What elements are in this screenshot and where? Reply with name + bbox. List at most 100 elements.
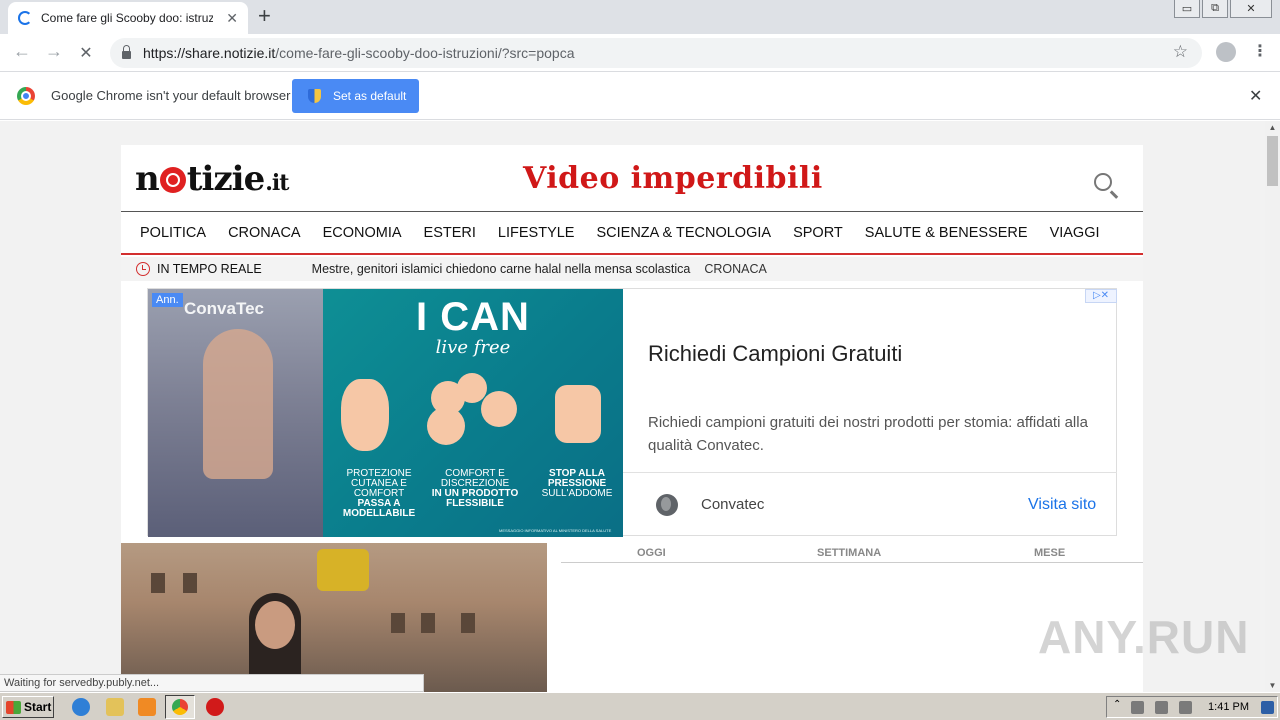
search-icon[interactable] [1094, 173, 1112, 191]
tab-oggi[interactable]: OGGI [637, 547, 666, 559]
chrome-logo-icon [17, 87, 35, 105]
windows-taskbar: Start ⌃ 1:41 PM [0, 692, 1280, 720]
new-tab-button[interactable]: + [258, 5, 271, 27]
minimize-button[interactable]: ▭ [1174, 0, 1200, 18]
stop-loading-icon[interactable]: ✕ [74, 43, 98, 63]
ad-claim-2: COMFORT E DISCREZIONE IN UN PRODOTTO FLE… [427, 469, 523, 509]
video-shop-sign [317, 549, 369, 591]
nav-item-viaggi[interactable]: VIAGGI [1050, 225, 1100, 241]
advertisement[interactable]: Ann. ConvaTec I CAN live free PROTEZIONE… [147, 288, 1117, 537]
profile-avatar-icon[interactable] [1216, 42, 1236, 62]
product-pouch-icon [341, 379, 389, 451]
set-as-default-button[interactable]: Set as default [292, 79, 419, 113]
product-bubble-icon [457, 373, 487, 403]
flag-icon[interactable] [1179, 701, 1192, 714]
logo-tld: .it [265, 170, 289, 196]
ad-claim-1: PROTEZIONE CUTANEA E COMFORT PASSA A MOD… [331, 469, 427, 519]
clock-icon [136, 262, 150, 276]
system-tray: ⌃ 1:41 PM [1106, 696, 1278, 718]
browser-tab[interactable]: Come fare gli Scooby doo: istruzioni ✕ [8, 2, 248, 34]
uac-shield-icon [308, 89, 321, 103]
url-host: https://share.notizie.it [143, 45, 276, 61]
video-window [391, 613, 405, 633]
nav-item-esteri[interactable]: ESTERI [424, 225, 476, 241]
adchoices-icon[interactable]: ▷✕ [1085, 289, 1117, 303]
globe-icon [656, 494, 678, 516]
chrome-icon [172, 699, 188, 715]
video-thumbnail[interactable] [121, 543, 547, 692]
video-window [151, 573, 165, 593]
ie-icon[interactable] [72, 698, 90, 716]
tab-mese[interactable]: MESE [1034, 547, 1065, 559]
ad-claim-line: MODELLABILE [342, 508, 416, 519]
ticker-label: IN TEMPO REALE [157, 262, 262, 276]
status-bubble: Waiting for servedby.publy.net... [0, 674, 424, 692]
nav-item-salute-benessere[interactable]: SALUTE & BENESSERE [865, 225, 1028, 241]
product-bubble-icon [427, 407, 465, 445]
logo-text-end: tizie [186, 159, 265, 199]
nav-item-cronaca[interactable]: CRONACA [228, 225, 301, 241]
start-label: Start [24, 700, 52, 714]
page-scrollbar[interactable]: ▲ ▼ [1265, 121, 1280, 692]
nav-item-politica[interactable]: POLITICA [140, 225, 206, 241]
security-app-icon[interactable] [206, 698, 224, 716]
chrome-menu-icon[interactable]: ⋮ [1252, 41, 1268, 61]
tab-close-icon[interactable]: ✕ [226, 10, 238, 27]
bookmark-star-icon[interactable]: ☆ [1173, 42, 1188, 62]
ad-title[interactable]: Richiedi Campioni Gratuiti [648, 341, 902, 367]
back-icon[interactable]: ← [10, 41, 34, 62]
product-flange-icon [555, 385, 601, 443]
nav-item-scienza-tecnologia[interactable]: SCIENZA & TECNOLOGIA [596, 225, 771, 241]
page-headline: Video imperdibili [523, 161, 823, 196]
lock-icon [122, 45, 131, 59]
tab-title: Come fare gli Scooby doo: istruzioni [41, 11, 213, 25]
ad-description: Richiedi campioni gratuiti dei nostri pr… [648, 414, 1088, 454]
video-person-face [255, 601, 295, 649]
show-desktop-icon[interactable] [1261, 701, 1274, 714]
forward-icon[interactable]: → [42, 41, 66, 62]
visit-site-link[interactable]: Visita sito [1028, 496, 1096, 514]
network-icon[interactable] [1131, 701, 1144, 714]
ad-person-image [203, 329, 273, 479]
folder-icon[interactable] [106, 698, 124, 716]
ticker-category[interactable]: CRONACA [704, 262, 767, 276]
nav-item-lifestyle[interactable]: LIFESTYLE [498, 225, 575, 241]
tab-settimana[interactable]: SETTIMANA [817, 547, 881, 559]
start-button[interactable]: Start [2, 696, 54, 718]
set-as-default-label: Set as default [333, 89, 407, 103]
address-bar[interactable]: https://share.notizie.it/come-fare-gli-s… [110, 38, 1202, 68]
ad-slogan-sub: live free [435, 337, 511, 358]
url-text: https://share.notizie.it/come-fare-gli-s… [143, 45, 574, 61]
scroll-thumb[interactable] [1267, 136, 1278, 186]
infobar-close-icon[interactable]: ✕ [1249, 86, 1262, 106]
window-close-button[interactable]: ✕ [1230, 0, 1272, 18]
restore-button[interactable]: ⧉ [1202, 0, 1228, 18]
ad-claim-line: FLESSIBILE [446, 498, 504, 509]
ad-photo: Ann. ConvaTec [148, 289, 323, 537]
nav-item-sport[interactable]: SPORT [793, 225, 843, 241]
ad-banner-image[interactable]: I CAN live free PROTEZIONE CUTANEA E COM… [323, 289, 623, 537]
infobar-message: Google Chrome isn't your default browser [51, 88, 291, 103]
ad-text-panel[interactable]: ▷✕ Richiedi Campioni Gratuiti Richiedi c… [623, 289, 1117, 537]
ad-claim-line: SULL'ADDOME [541, 488, 613, 499]
scroll-down-icon[interactable]: ▼ [1265, 681, 1280, 690]
nav-item-economia[interactable]: ECONOMIA [323, 225, 402, 241]
scroll-up-icon[interactable]: ▲ [1265, 123, 1280, 132]
site-logo[interactable]: n tizie .it [135, 159, 289, 199]
volume-icon[interactable] [1155, 701, 1168, 714]
video-window [183, 573, 197, 593]
watermark: ANY.RUN [1038, 611, 1250, 663]
clock-time: 1:41 PM [1208, 701, 1249, 713]
ranking-tabs: OGGI SETTIMANA MESE [561, 545, 1143, 563]
video-window [421, 613, 435, 633]
default-browser-infobar: Google Chrome isn't your default browser… [0, 72, 1280, 120]
site-container: n tizie .it Video imperdibili POLITICA CRO… [121, 145, 1143, 692]
tab-strip: Come fare gli Scooby doo: istruzioni ✕ +… [0, 0, 1280, 34]
video-window [461, 613, 475, 633]
ad-brand-logo: ConvaTec [184, 299, 264, 318]
url-path: /come-fare-gli-scooby-doo-istruzioni/?sr… [275, 45, 575, 61]
tray-expand-icon[interactable]: ⌃ [1113, 699, 1126, 712]
ad-slogan: I CAN [416, 295, 530, 339]
media-player-icon[interactable] [138, 698, 156, 716]
ticker-headline[interactable]: Mestre, genitori islamici chiedono carne… [312, 262, 691, 276]
